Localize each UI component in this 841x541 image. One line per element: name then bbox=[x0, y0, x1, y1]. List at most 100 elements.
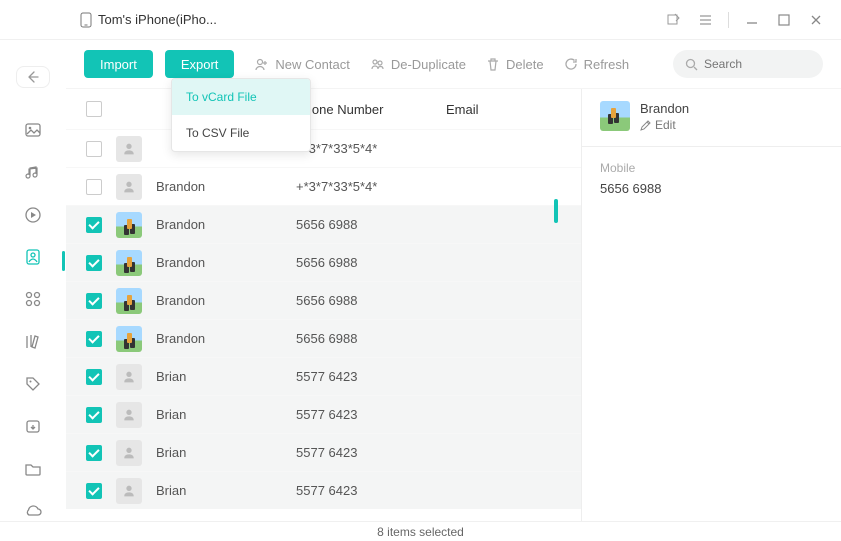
toolbar: Import Export New Contact De-Duplicate D… bbox=[66, 40, 841, 88]
contact-phone: +*3*7*33*5*4* bbox=[296, 179, 446, 194]
delete-label: Delete bbox=[506, 57, 544, 72]
export-dropdown: To vCard File To CSV File bbox=[171, 78, 311, 152]
table-row[interactable]: Brandon+*3*7*33*5*4* bbox=[66, 167, 581, 205]
table-row[interactable]: Brian5577 6423 bbox=[66, 395, 581, 433]
edit-window-icon[interactable] bbox=[664, 11, 682, 29]
sidebar-item-apps[interactable] bbox=[19, 289, 47, 309]
contact-name: Brian bbox=[156, 483, 296, 498]
contact-avatar bbox=[116, 174, 142, 200]
sidebar-item-photos[interactable] bbox=[19, 120, 47, 140]
titlebar: Tom's iPhone(iPho... bbox=[0, 0, 841, 40]
detail-mobile-label: Mobile bbox=[600, 161, 823, 175]
back-button[interactable] bbox=[16, 66, 50, 88]
list-window-icon[interactable] bbox=[696, 11, 714, 29]
contact-avatar bbox=[116, 288, 142, 314]
row-checkbox[interactable] bbox=[86, 217, 102, 233]
status-text: 8 items selected bbox=[377, 525, 464, 539]
window-title-text: Tom's iPhone(iPho... bbox=[98, 12, 217, 27]
sidebar-item-files[interactable] bbox=[19, 458, 47, 478]
table-row[interactable]: Brian5577 6423 bbox=[66, 433, 581, 471]
contact-avatar bbox=[116, 478, 142, 504]
contact-phone: 5577 6423 bbox=[296, 445, 446, 460]
contact-avatar bbox=[116, 402, 142, 428]
status-bar: 8 items selected bbox=[0, 521, 841, 541]
search-input[interactable] bbox=[704, 57, 811, 71]
table-row[interactable]: Brian5577 6423 bbox=[66, 357, 581, 395]
row-checkbox[interactable] bbox=[86, 445, 102, 461]
new-contact-button[interactable]: New Contact bbox=[254, 57, 349, 72]
contact-phone: 5577 6423 bbox=[296, 369, 446, 384]
contact-name: Brandon bbox=[156, 179, 296, 194]
sidebar-rail bbox=[0, 40, 66, 521]
row-checkbox[interactable] bbox=[86, 293, 102, 309]
contact-phone: +*3*7*33*5*4* bbox=[296, 141, 446, 156]
table-row[interactable]: Brandon5656 6988 bbox=[66, 243, 581, 281]
maximize-button[interactable] bbox=[775, 11, 793, 29]
header-email[interactable]: Email bbox=[446, 102, 581, 117]
table-row[interactable]: Brandon5656 6988 bbox=[66, 281, 581, 319]
contact-avatar bbox=[116, 440, 142, 466]
deduplicate-label: De-Duplicate bbox=[391, 57, 466, 72]
select-all-checkbox[interactable] bbox=[86, 101, 102, 117]
detail-mobile-value: 5656 6988 bbox=[600, 181, 823, 196]
import-button[interactable]: Import bbox=[84, 50, 153, 78]
detail-avatar bbox=[600, 101, 630, 131]
contact-name: Brian bbox=[156, 369, 296, 384]
sidebar-item-music[interactable] bbox=[19, 163, 47, 183]
table-row[interactable]: Brandon5656 6988 bbox=[66, 319, 581, 357]
edit-contact-button[interactable]: Edit bbox=[640, 118, 689, 132]
row-checkbox[interactable] bbox=[86, 483, 102, 499]
contact-phone: 5577 6423 bbox=[296, 483, 446, 498]
row-checkbox[interactable] bbox=[86, 179, 102, 195]
row-checkbox[interactable] bbox=[86, 255, 102, 271]
contact-phone: 5656 6988 bbox=[296, 217, 446, 232]
detail-name: Brandon bbox=[640, 101, 689, 116]
contact-name: Brandon bbox=[156, 331, 296, 346]
sidebar-item-videos[interactable] bbox=[19, 205, 47, 225]
pencil-icon bbox=[640, 120, 651, 131]
sidebar-item-backup[interactable] bbox=[19, 416, 47, 436]
refresh-label: Refresh bbox=[584, 57, 630, 72]
refresh-button[interactable]: Refresh bbox=[564, 57, 630, 72]
contact-name: Brandon bbox=[156, 217, 296, 232]
contact-avatar bbox=[116, 326, 142, 352]
export-vcard-item[interactable]: To vCard File bbox=[172, 79, 310, 115]
contact-name: Brian bbox=[156, 407, 296, 422]
search-icon bbox=[685, 58, 698, 71]
separator bbox=[728, 12, 729, 28]
row-checkbox[interactable] bbox=[86, 141, 102, 157]
table-row[interactable]: Brian5577 6423 bbox=[66, 471, 581, 509]
contacts-table: Name Phone Number Email +*3*7*33*5*4*Bra… bbox=[66, 89, 581, 521]
sidebar-item-contacts[interactable] bbox=[19, 247, 47, 267]
contact-phone: 5656 6988 bbox=[296, 255, 446, 270]
contact-phone: 5656 6988 bbox=[296, 331, 446, 346]
table-row[interactable]: Brandon5656 6988 bbox=[66, 205, 581, 243]
sidebar-item-books[interactable] bbox=[19, 332, 47, 352]
delete-button[interactable]: Delete bbox=[486, 57, 544, 72]
row-checkbox[interactable] bbox=[86, 331, 102, 347]
header-phone[interactable]: Phone Number bbox=[296, 102, 446, 117]
scrollbar-thumb[interactable] bbox=[554, 199, 558, 223]
row-checkbox[interactable] bbox=[86, 407, 102, 423]
new-contact-label: New Contact bbox=[275, 57, 349, 72]
search-box[interactable] bbox=[673, 50, 823, 78]
contact-name: Brandon bbox=[156, 293, 296, 308]
refresh-icon bbox=[564, 57, 578, 71]
table-row[interactable]: +*3*7*33*5*4* bbox=[66, 129, 581, 167]
contact-name: Brian bbox=[156, 445, 296, 460]
edit-label: Edit bbox=[655, 118, 676, 132]
export-button[interactable]: Export bbox=[165, 50, 235, 78]
window-title: Tom's iPhone(iPho... bbox=[80, 12, 217, 28]
sidebar-item-cloud[interactable] bbox=[19, 501, 47, 521]
deduplicate-button[interactable]: De-Duplicate bbox=[370, 57, 466, 72]
minimize-button[interactable] bbox=[743, 11, 761, 29]
user-plus-icon bbox=[254, 57, 269, 72]
contact-detail-panel: Brandon Edit Mobile 5656 6988 bbox=[581, 89, 841, 521]
contact-phone: 5577 6423 bbox=[296, 407, 446, 422]
sidebar-item-tags[interactable] bbox=[19, 374, 47, 394]
contact-avatar bbox=[116, 136, 142, 162]
phone-icon bbox=[80, 12, 92, 28]
row-checkbox[interactable] bbox=[86, 369, 102, 385]
close-button[interactable] bbox=[807, 11, 825, 29]
export-csv-item[interactable]: To CSV File bbox=[172, 115, 310, 151]
